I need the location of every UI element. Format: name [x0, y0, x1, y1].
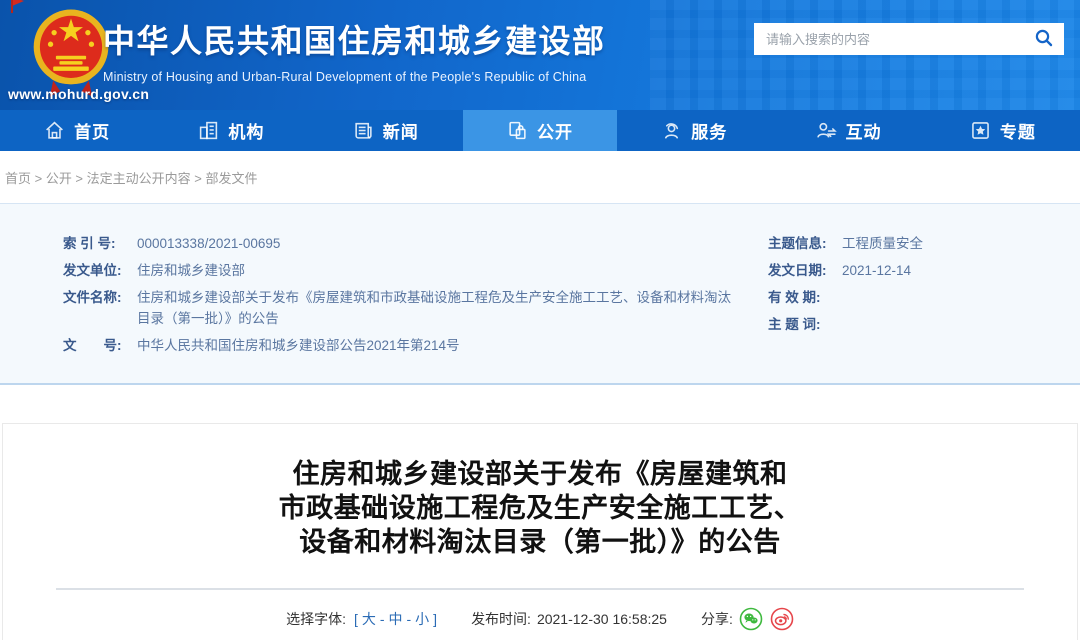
nav-item-service[interactable]: 服务: [617, 110, 771, 151]
info-row-subject-words: 主 题 词:: [768, 314, 1068, 335]
wechat-share-icon: [739, 619, 763, 634]
mohurd-page: www.mohurd.gov.cn 中华人民共和国住房和城乡建设部 Minist…: [0, 0, 1080, 640]
font-size-selector: 选择字体: [ 大 - 中 - 小 ]: [286, 609, 437, 629]
article-title-line: 市政基础设施工程危及生产安全施工工艺、: [3, 491, 1077, 525]
site-url: www.mohurd.gov.cn: [8, 86, 149, 102]
header-building-image: [650, 0, 1080, 110]
site-header: www.mohurd.gov.cn 中华人民共和国住房和城乡建设部 Minist…: [0, 0, 1080, 110]
info-label: 发文单位:: [63, 260, 137, 281]
interaction-icon: [816, 120, 837, 141]
info-row-topic-info: 主题信息: 工程质量安全: [768, 233, 1068, 254]
info-label: 主 题 词:: [768, 314, 842, 335]
info-value: 住房和城乡建设部关于发布《房屋建筑和市政基础设施工程危及生产安全施工工艺、设备和…: [137, 287, 738, 329]
doc-info-left-column: 索 引 号: 000013338/2021-00695 发文单位: 住房和城乡建…: [63, 233, 738, 362]
info-value: [842, 287, 1068, 308]
info-value: [842, 314, 1068, 335]
site-title-cn: 中华人民共和国住房和城乡建设部: [103, 16, 606, 62]
publish-time-group: 发布时间: 2021-12-30 16:58:25: [471, 609, 667, 629]
nav-label: 首页: [74, 118, 110, 143]
nav-item-news[interactable]: 新闻: [309, 110, 463, 151]
doc-info-right-column: 主题信息: 工程质量安全 发文日期: 2021-12-14 有 效 期: 主 题…: [768, 233, 1068, 341]
organization-icon: [198, 120, 219, 141]
info-value: 中华人民共和国住房和城乡建设部公告2021年第214号: [137, 335, 738, 356]
info-row-index-number: 索 引 号: 000013338/2021-00695: [63, 233, 738, 254]
nav-item-organization[interactable]: 机构: [154, 110, 308, 151]
font-size-medium-button[interactable]: 中: [387, 609, 405, 629]
info-label: 文件名称:: [63, 287, 137, 329]
nav-label: 机构: [228, 118, 264, 143]
info-row-document-name: 文件名称: 住房和城乡建设部关于发布《房屋建筑和市政基础设施工程危及生产安全施工…: [63, 287, 738, 329]
info-row-validity-period: 有 效 期:: [768, 287, 1068, 308]
nav-label: 专题: [1000, 118, 1036, 143]
publish-time-value: 2021-12-30 16:58:25: [537, 611, 667, 627]
search-input[interactable]: [766, 32, 1032, 47]
news-icon: [353, 120, 374, 141]
topics-icon: [970, 120, 991, 141]
info-value: 住房和城乡建设部: [137, 260, 738, 281]
info-label: 有 效 期:: [768, 287, 842, 308]
share-icons: [739, 607, 794, 631]
nav-label: 互动: [846, 118, 882, 143]
article-meta-row: 选择字体: [ 大 - 中 - 小 ] 发布时间: 2021-12-30 16:…: [3, 607, 1077, 631]
info-row-issue-date: 发文日期: 2021-12-14: [768, 260, 1068, 281]
doc-info-panel: 索 引 号: 000013338/2021-00695 发文单位: 住房和城乡建…: [0, 203, 1080, 385]
article-panel: 住房和城乡建设部关于发布《房屋建筑和 市政基础设施工程危及生产安全施工工艺、 设…: [2, 423, 1078, 640]
breadcrumb-text: 首页 > 公开 > 法定主动公开内容 > 部发文件: [5, 168, 257, 187]
info-value: 000013338/2021-00695: [137, 233, 738, 254]
title-divider: [56, 588, 1024, 590]
nav-item-topics[interactable]: 专题: [926, 110, 1080, 151]
nav-item-home[interactable]: 首页: [0, 110, 154, 151]
site-title-en: Ministry of Housing and Urban-Rural Deve…: [103, 70, 606, 84]
search-box: [754, 23, 1064, 55]
info-label: 索 引 号:: [63, 233, 137, 254]
info-row-document-number: 文 号: 中华人民共和国住房和城乡建设部公告2021年第214号: [63, 335, 738, 356]
font-size-separator: -: [407, 611, 412, 627]
info-label: 文 号:: [63, 335, 137, 356]
info-value: 工程质量安全: [842, 233, 1068, 254]
main-nav: 首页 机构 新闻: [0, 110, 1080, 151]
nav-item-interaction[interactable]: 互动: [771, 110, 925, 151]
bracket-open: [: [354, 611, 358, 627]
share-group: 分享:: [701, 607, 794, 631]
info-row-issuing-unit: 发文单位: 住房和城乡建设部: [63, 260, 738, 281]
bracket-close: ]: [433, 611, 437, 627]
font-size-separator: -: [380, 611, 385, 627]
nav-label: 新闻: [383, 118, 419, 143]
info-label: 发文日期:: [768, 260, 842, 281]
service-icon: [661, 120, 682, 141]
wechat-share-button[interactable]: [739, 607, 763, 631]
search-icon: [1034, 28, 1054, 51]
article-title-line: 设备和材料淘汰目录（第一批）》的公告: [3, 525, 1077, 559]
disclosure-icon: [507, 120, 528, 141]
share-label: 分享:: [701, 609, 733, 629]
breadcrumb[interactable]: 首页 > 公开 > 法定主动公开内容 > 部发文件: [0, 151, 1080, 203]
site-titles: 中华人民共和国住房和城乡建设部 Ministry of Housing and …: [103, 16, 606, 84]
info-label: 主题信息:: [768, 233, 842, 254]
nav-label: 公开: [537, 118, 573, 143]
font-size-small-button[interactable]: 小: [413, 609, 431, 629]
font-select-label: 选择字体:: [286, 609, 346, 629]
article-title: 住房和城乡建设部关于发布《房屋建筑和 市政基础设施工程危及生产安全施工工艺、 设…: [3, 457, 1077, 559]
weibo-share-button[interactable]: [770, 607, 794, 631]
nav-label: 服务: [691, 118, 727, 143]
search-button[interactable]: [1032, 27, 1056, 51]
font-size-large-button[interactable]: 大: [360, 609, 378, 629]
info-value: 2021-12-14: [842, 260, 1068, 281]
nav-item-disclosure[interactable]: 公开: [463, 110, 617, 151]
weibo-share-icon: [770, 619, 794, 634]
publish-time-label: 发布时间:: [471, 609, 531, 629]
article-title-line: 住房和城乡建设部关于发布《房屋建筑和: [3, 457, 1077, 491]
home-icon: [44, 120, 65, 141]
red-flag-icon: [9, 0, 27, 18]
